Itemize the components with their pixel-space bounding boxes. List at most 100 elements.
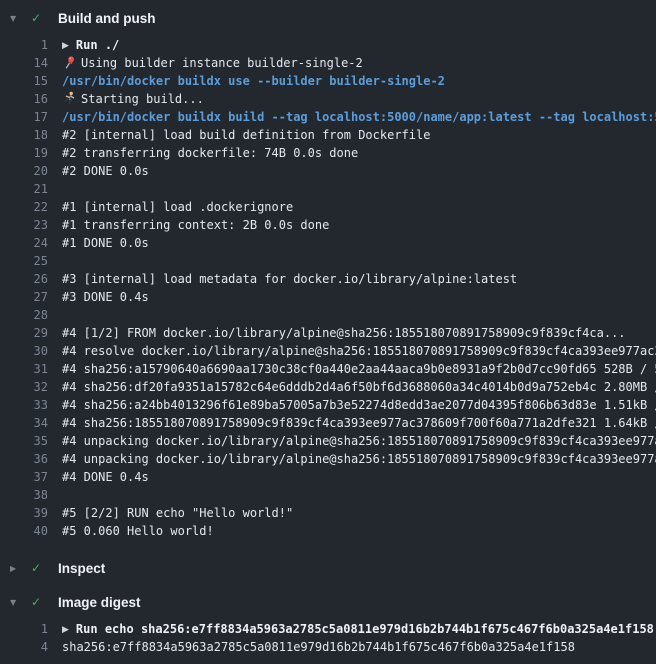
- log-line: 34 #4 sha256:185518070891758909c9f839cf4…: [0, 414, 656, 432]
- expand-run-icon[interactable]: ▶: [62, 621, 69, 638]
- line-number[interactable]: 1: [0, 36, 48, 54]
- log-line: 25: [0, 252, 656, 270]
- section-body: 1 ▶ Run ./ 14 Using builder instance buil…: [0, 32, 656, 548]
- line-text: #4 resolve docker.io/library/alpine@sha2…: [62, 342, 656, 360]
- line-text: #1 DONE 0.0s: [62, 234, 656, 252]
- section-header[interactable]: ▼ ✓ Image digest: [0, 588, 656, 616]
- log-line: 35 #4 unpacking docker.io/library/alpine…: [0, 432, 656, 450]
- line-text: [62, 180, 656, 198]
- line-text-content: /usr/bin/docker buildx use --builder bui…: [62, 74, 445, 88]
- workflow-log: ▼ ✓ Build and push 1 ▶Run ./ 14 Using bu…: [0, 0, 656, 664]
- line-text-content: #1 [internal] load .dockerignore: [62, 200, 293, 214]
- line-text: #4 sha256:185518070891758909c9f839cf4ca3…: [62, 414, 656, 432]
- log-line: 24 #1 DONE 0.0s: [0, 234, 656, 252]
- line-number[interactable]: 22: [0, 198, 48, 216]
- line-number[interactable]: 31: [0, 360, 48, 378]
- line-text-content: Run echo sha256:e7ff8834a5963a2785c5a081…: [76, 622, 654, 636]
- line-number[interactable]: 15: [0, 72, 48, 90]
- line-text-content: #2 transferring dockerfile: 74B 0.0s don…: [62, 146, 358, 160]
- line-number[interactable]: 17: [0, 108, 48, 126]
- chevron-down-icon[interactable]: ▼: [10, 598, 23, 607]
- log-line: 1 ▶ Run echo sha256:e7ff8834a5963a2785c5a…: [0, 620, 656, 638]
- line-text: /usr/bin/docker buildx use --builder bui…: [62, 72, 656, 90]
- line-number[interactable]: 14: [0, 54, 48, 72]
- expand-run-icon[interactable]: ▶: [62, 37, 69, 54]
- line-number[interactable]: 4: [0, 638, 48, 656]
- line-text-content: #4 unpacking docker.io/library/alpine@sh…: [62, 452, 656, 466]
- line-text: #4 unpacking docker.io/library/alpine@sh…: [62, 450, 656, 468]
- line-number[interactable]: 24: [0, 234, 48, 252]
- log-line: 29 #4 [1/2] FROM docker.io/library/alpin…: [0, 324, 656, 342]
- log-line: 32 #4 sha256:df20fa9351a15782c64e6dddb2d…: [0, 378, 656, 396]
- line-number[interactable]: 26: [0, 270, 48, 288]
- section-body: 1 ▶ Run echo sha256:e7ff8834a5963a2785c5a…: [0, 616, 656, 664]
- line-text-content: #4 [1/2] FROM docker.io/library/alpine@s…: [62, 326, 626, 340]
- line-number[interactable]: 18: [0, 126, 48, 144]
- line-number[interactable]: 27: [0, 288, 48, 306]
- log-line: 38: [0, 486, 656, 504]
- line-number[interactable]: 32: [0, 378, 48, 396]
- log-line: 40 #5 0.060 Hello world!: [0, 522, 656, 540]
- line-text-content: #3 [internal] load metadata for docker.i…: [62, 272, 517, 286]
- chevron-right-icon[interactable]: ▶: [10, 564, 23, 573]
- line-text: #2 [internal] load build definition from…: [62, 126, 656, 144]
- line-number[interactable]: 28: [0, 306, 48, 324]
- line-text-content: #4 sha256:a15790640a6690aa1730c38cf0a440…: [62, 362, 656, 376]
- chevron-down-icon[interactable]: ▼: [10, 14, 23, 23]
- line-text: #1 [internal] load .dockerignore: [62, 198, 656, 216]
- log-section-image-digest: ▼ ✓ Image digest 1 ▶ Run echo sha256:e7ff…: [0, 588, 656, 664]
- log-line: 15 /usr/bin/docker buildx use --builder …: [0, 72, 656, 90]
- line-text-content: sha256:e7ff8834a5963a2785c5a0811e979d16b…: [62, 640, 575, 654]
- line-text: /usr/bin/docker buildx build --tag local…: [62, 108, 656, 126]
- line-text-content: #1 DONE 0.0s: [62, 236, 149, 250]
- line-number[interactable]: 1: [0, 620, 48, 638]
- section-header[interactable]: ▼ ✓ Build and push: [0, 4, 656, 32]
- line-number[interactable]: 38: [0, 486, 48, 504]
- log-line: 14 Using builder instance builder-single…: [0, 54, 656, 72]
- line-text: Using builder instance builder-single-2: [62, 54, 656, 72]
- log-line: 39 #5 [2/2] RUN echo "Hello world!": [0, 504, 656, 522]
- line-text-content: #4 sha256:185518070891758909c9f839cf4ca3…: [62, 416, 656, 430]
- log-line: 17 /usr/bin/docker buildx build --tag lo…: [0, 108, 656, 126]
- line-number[interactable]: 20: [0, 162, 48, 180]
- log-line: 26 #3 [internal] load metadata for docke…: [0, 270, 656, 288]
- line-number[interactable]: 16: [0, 90, 48, 108]
- line-text-content: #4 sha256:a24bb4013296f61e89ba57005a7b3e…: [62, 398, 656, 412]
- line-number[interactable]: 23: [0, 216, 48, 234]
- line-number[interactable]: 35: [0, 432, 48, 450]
- line-number[interactable]: 25: [0, 252, 48, 270]
- line-text: #3 [internal] load metadata for docker.i…: [62, 270, 656, 288]
- line-text: #4 unpacking docker.io/library/alpine@sh…: [62, 432, 656, 450]
- section-title: Image digest: [58, 595, 141, 610]
- line-text-content: #1 transferring context: 2B 0.0s done: [62, 218, 329, 232]
- line-text: [62, 306, 656, 324]
- check-success-icon: ✓: [31, 561, 46, 575]
- line-text-content: #4 sha256:df20fa9351a15782c64e6dddb2d4a6…: [62, 380, 656, 394]
- log-line: 19 #2 transferring dockerfile: 74B 0.0s …: [0, 144, 656, 162]
- log-line: 31 #4 sha256:a15790640a6690aa1730c38cf0a…: [0, 360, 656, 378]
- line-number[interactable]: 19: [0, 144, 48, 162]
- line-number[interactable]: 33: [0, 396, 48, 414]
- line-number[interactable]: 30: [0, 342, 48, 360]
- line-number[interactable]: 37: [0, 468, 48, 486]
- line-text: #2 transferring dockerfile: 74B 0.0s don…: [62, 144, 656, 162]
- line-text-content: Using builder instance builder-single-2: [81, 56, 363, 70]
- line-number[interactable]: 36: [0, 450, 48, 468]
- line-number[interactable]: 39: [0, 504, 48, 522]
- line-text-content: Run ./: [76, 38, 119, 52]
- line-number[interactable]: 21: [0, 180, 48, 198]
- log-line: 16 Starting build...: [0, 90, 656, 108]
- log-line: 23 #1 transferring context: 2B 0.0s done: [0, 216, 656, 234]
- line-text-content: #2 DONE 0.0s: [62, 164, 149, 178]
- line-number[interactable]: 34: [0, 414, 48, 432]
- line-text: #5 0.060 Hello world!: [62, 522, 656, 540]
- section-header[interactable]: ▶ ✓ Inspect: [0, 554, 656, 582]
- log-line: 33 #4 sha256:a24bb4013296f61e89ba57005a7…: [0, 396, 656, 414]
- line-number[interactable]: 29: [0, 324, 48, 342]
- line-text: #4 DONE 0.4s: [62, 468, 656, 486]
- log-line: 1 ▶ Run ./: [0, 36, 656, 54]
- line-number[interactable]: 40: [0, 522, 48, 540]
- line-text: Starting build...: [62, 90, 656, 108]
- log-line: 22 #1 [internal] load .dockerignore: [0, 198, 656, 216]
- line-text-content: Starting build...: [81, 92, 204, 106]
